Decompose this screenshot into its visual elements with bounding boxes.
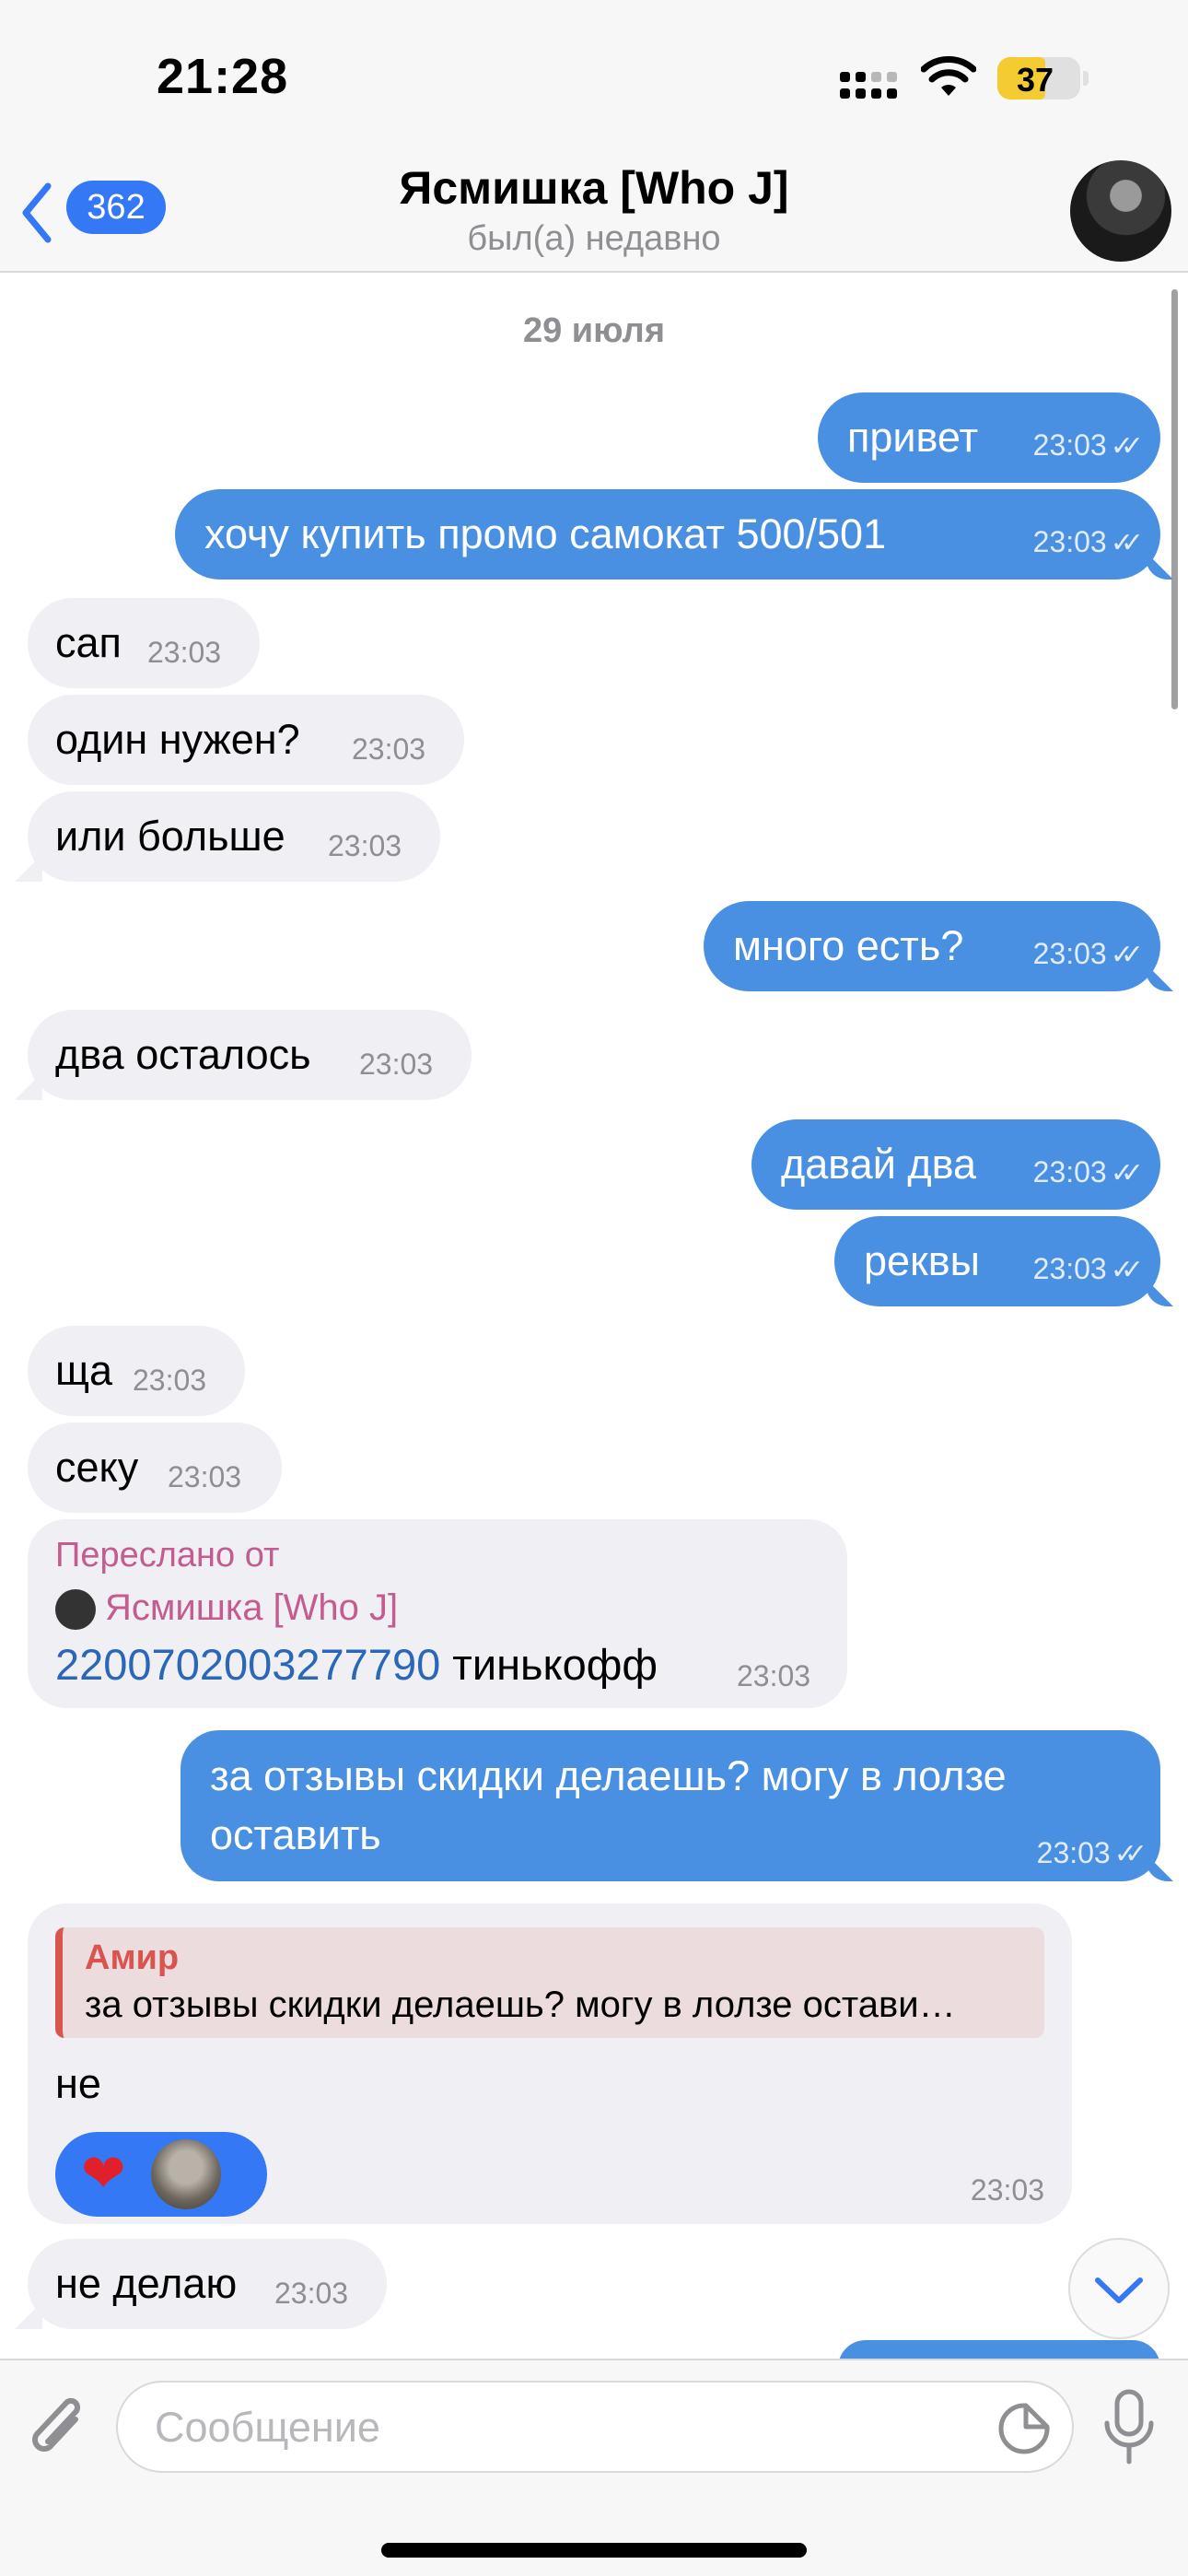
back-chevron-icon[interactable] <box>18 181 55 245</box>
reaction-chip[interactable]: ❤ <box>55 2132 267 2217</box>
message-text: за отзывы скидки делаешь? могу в лолзе о… <box>210 1752 1007 1858</box>
message-time: 23:03 ✓✓ <box>1032 525 1145 558</box>
incoming-message[interactable]: не делаю 23:03 <box>28 2239 387 2329</box>
chat-title[interactable]: Ясмишка [Who J] <box>276 161 912 215</box>
forwarded-label: Переслано от <box>55 1536 280 1575</box>
message-text: два осталось <box>55 1031 311 1078</box>
message-text: реквы <box>864 1237 980 1284</box>
read-checkmarks-icon: ✓✓ <box>1110 1158 1144 1188</box>
message-time: 23:03 <box>352 732 426 766</box>
incoming-message[interactable]: ща 23:03 <box>28 1326 245 1416</box>
message-field[interactable] <box>116 2381 1074 2473</box>
message-text: 2200702003277790 тинькофф <box>55 1640 658 1689</box>
message-text: один нужен? <box>55 716 300 763</box>
chevron-down-icon <box>1095 2277 1143 2303</box>
message-text: не делаю <box>55 2260 238 2307</box>
message-time: 23:03 <box>359 1048 434 1081</box>
outgoing-message[interactable]: много есть? 23:03 ✓✓ <box>704 901 1160 991</box>
scrollbar[interactable] <box>1171 289 1178 709</box>
message-text: не <box>55 2060 101 2107</box>
incoming-message[interactable]: секу 23:03 <box>28 1423 282 1513</box>
read-checkmarks-icon: ✓✓ <box>1110 528 1144 558</box>
status-bar: 21:28 37 <box>0 0 1188 157</box>
message-text: хочу купить промо самокат 500/501 <box>204 510 887 557</box>
message-text: или больше <box>55 813 285 860</box>
message-time: 23:03 ✓✓ <box>1032 1252 1145 1285</box>
outgoing-message[interactable]: давай два 23:03 ✓✓ <box>751 1119 1160 1210</box>
status-time: 21:28 <box>157 49 289 104</box>
incoming-message[interactable]: один нужен? 23:03 <box>28 695 464 785</box>
contact-avatar[interactable] <box>1070 160 1171 262</box>
message-text: привет <box>847 414 979 461</box>
outgoing-message[interactable]: реквы 23:03 ✓✓ <box>834 1216 1160 1306</box>
message-time: 23:03 ✓✓ <box>1032 428 1145 462</box>
incoming-message[interactable]: два осталось 23:03 <box>28 1010 472 1100</box>
message-time: 23:03 <box>328 829 402 862</box>
reactor-avatar <box>151 2139 221 2209</box>
message-time: 23:03 <box>970 2173 1044 2207</box>
scroll-to-bottom-button[interactable] <box>1068 2238 1170 2339</box>
read-checkmarks-icon: ✓✓ <box>1110 431 1144 462</box>
message-text: сап <box>55 619 122 666</box>
outgoing-message[interactable]: привет 23:03 ✓✓ <box>818 392 1160 483</box>
last-seen-status: был(а) недавно <box>467 219 721 258</box>
message-text: давай два <box>781 1141 977 1188</box>
message-text: ща <box>55 1347 113 1394</box>
message-time: 23:03 <box>133 1364 207 1397</box>
mini-avatar <box>55 1589 96 1631</box>
read-checkmarks-icon: ✓✓ <box>1110 1255 1144 1285</box>
outgoing-message-partial[interactable] <box>838 2340 1160 2359</box>
quote-text: за отзывы скидки делаешь? могу в лолзе о… <box>85 1985 956 2025</box>
forwarded-from[interactable]: Ясмишка [Who J] <box>55 1587 398 1631</box>
battery-level: 37 <box>1016 61 1054 99</box>
forwarded-message[interactable]: Переслано от Ясмишка [Who J] 22007020032… <box>28 1519 847 1708</box>
microphone-icon[interactable] <box>1101 2388 1157 2467</box>
heart-reaction-icon: ❤ <box>81 2144 126 2204</box>
wifi-icon <box>921 56 976 96</box>
message-time: 23:03 <box>274 2277 349 2310</box>
message-time: 23:03 <box>737 1659 811 1692</box>
message-time: 23:03 ✓✓ <box>1032 937 1145 970</box>
message-text: много есть? <box>733 922 964 969</box>
cellular-signal-icon <box>840 70 903 103</box>
chat-header: 362 Ясмишка [Who J] был(а) недавно <box>0 157 1188 273</box>
message-time: 23:03 ✓✓ <box>1036 1836 1148 1869</box>
card-number-link[interactable]: 2200702003277790 <box>55 1640 440 1689</box>
message-input[interactable] <box>153 2383 985 2473</box>
outgoing-message[interactable]: хочу купить промо самокат 500/501 23:03 ✓… <box>175 489 1160 580</box>
battery-icon: 37 <box>997 57 1089 100</box>
message-time: 23:03 <box>168 1460 242 1493</box>
home-indicator[interactable] <box>381 2543 807 2558</box>
reply-quote[interactable]: Амир за отзывы скидки делаешь? могу в ло… <box>55 1927 1044 2038</box>
incoming-reply-message[interactable]: Амир за отзывы скидки делаешь? могу в ло… <box>28 1903 1072 2224</box>
quote-author: Амир <box>85 1938 180 1977</box>
read-checkmarks-icon: ✓✓ <box>1110 940 1144 970</box>
message-list[interactable]: 29 июля привет 23:03 ✓✓ хочу купить промо… <box>0 273 1188 2359</box>
composer-bar <box>0 2359 1188 2576</box>
sticker-icon[interactable] <box>996 2401 1052 2456</box>
message-text: секу <box>55 1444 139 1491</box>
message-time: 23:03 ✓✓ <box>1032 1155 1145 1188</box>
paperclip-icon[interactable] <box>28 2392 92 2465</box>
outgoing-message[interactable]: за отзывы скидки делаешь? могу в лолзе о… <box>181 1730 1160 1881</box>
date-separator: 29 июля <box>522 311 665 350</box>
message-time: 23:03 <box>147 636 222 669</box>
read-checkmarks-icon: ✓✓ <box>1113 1839 1147 1869</box>
incoming-message[interactable]: или больше 23:03 <box>28 791 440 882</box>
incoming-message[interactable]: сап 23:03 <box>28 598 260 688</box>
unread-count-badge[interactable]: 362 <box>66 181 166 234</box>
